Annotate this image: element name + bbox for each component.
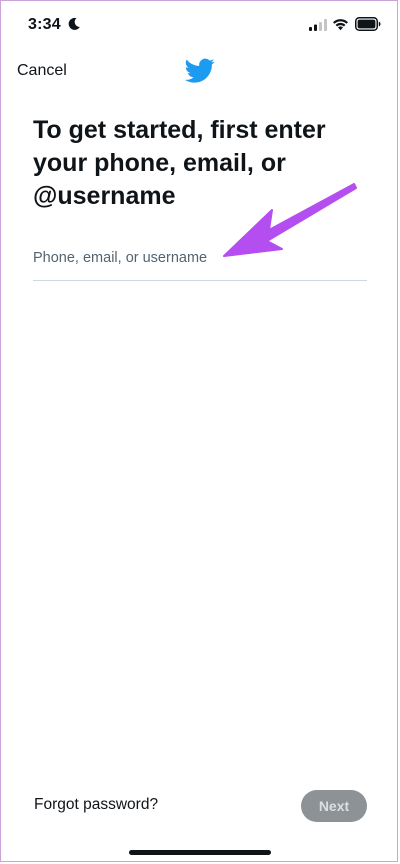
home-indicator [129,850,271,855]
forgot-password-link[interactable]: Forgot password? [34,796,158,814]
status-bar: 3:34 [0,0,400,50]
twitter-bird-icon [185,58,215,83]
battery-icon [355,17,381,31]
moon-icon [68,17,80,30]
next-button[interactable]: Next [301,790,367,822]
login-identifier-input[interactable] [33,240,367,276]
cellular-signal-icon [309,19,327,31]
page-title: To get started, first enter your phone, … [33,116,326,210]
cancel-button[interactable]: Cancel [17,62,67,80]
status-time: 3:34 [28,16,61,33]
wifi-icon [333,19,348,31]
login-field-container [33,240,367,281]
